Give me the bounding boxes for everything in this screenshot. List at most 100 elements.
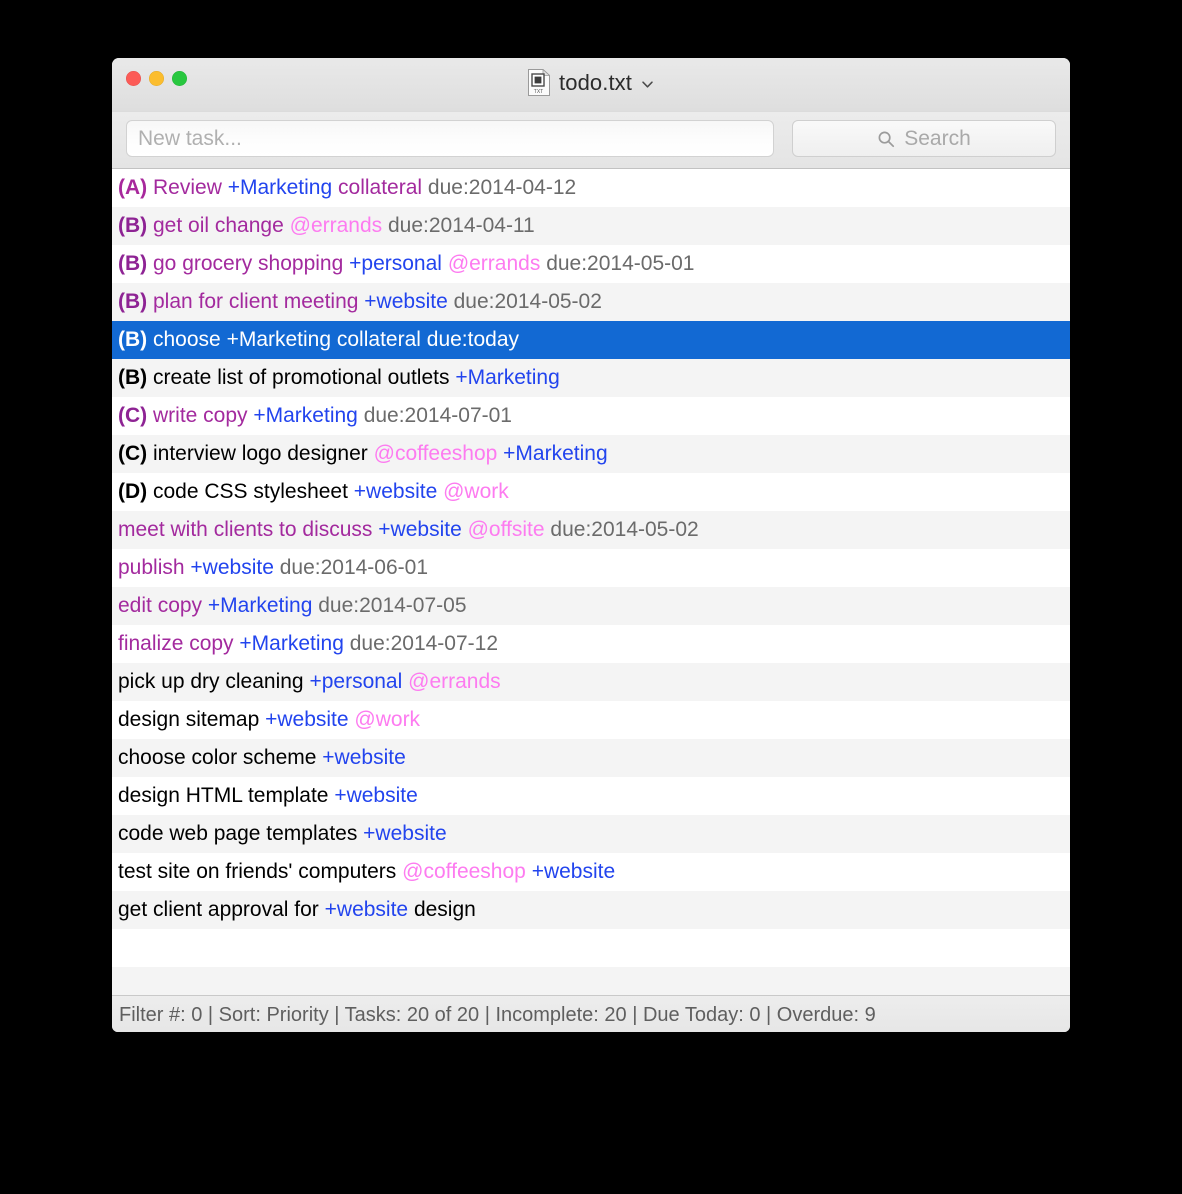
task-priority: (B) [118, 214, 148, 237]
text-document-icon: TXT [528, 68, 551, 96]
task-text: get client approval for [118, 898, 319, 921]
svg-text:TXT: TXT [534, 89, 543, 95]
task-due-date: due:2014-04-12 [427, 176, 577, 199]
task-context-tag: @errands [289, 214, 383, 237]
task-priority: (B) [118, 252, 148, 275]
task-row[interactable]: pick up dry cleaning +personal @errands [112, 663, 1070, 701]
task-row[interactable]: finalize copy +Marketing due:2014-07-12 [112, 625, 1070, 663]
task-due-date: due:2014-07-05 [318, 594, 467, 617]
status-bar: Filter #: 0 | Sort: Priority | Tasks: 20… [112, 995, 1070, 1032]
task-project-tag: +personal [349, 252, 442, 275]
task-due-date: due:2014-05-02 [550, 518, 699, 541]
task-context-tag: @work [354, 708, 421, 731]
task-project-tag: +website [190, 556, 274, 579]
task-project-tag: +Marketing [503, 442, 608, 465]
task-row[interactable]: (B) get oil change @errands due:2014-04-… [112, 207, 1070, 245]
task-row[interactable]: choose color scheme +website [112, 739, 1070, 777]
magnifying-glass-icon [877, 130, 895, 148]
task-text: meet with clients to discuss [118, 518, 373, 541]
task-text: interview logo designer [153, 442, 368, 465]
task-row[interactable]: meet with clients to discuss +website @o… [112, 511, 1070, 549]
task-text: design [413, 898, 476, 921]
new-task-input[interactable] [126, 120, 774, 157]
task-project-tag: +Marketing [455, 366, 560, 389]
task-context-tag: @work [443, 480, 509, 503]
task-project-tag: +website [531, 860, 616, 883]
task-row[interactable]: (B) create list of promotional outlets +… [112, 359, 1070, 397]
task-row[interactable]: design sitemap +website @work [112, 701, 1070, 739]
task-row[interactable]: get client approval for +website design [112, 891, 1070, 929]
task-row[interactable]: design HTML template +website [112, 777, 1070, 815]
task-project-tag: +personal [309, 670, 403, 693]
task-row[interactable]: (A) Review +Marketing collateral due:201… [112, 169, 1070, 207]
task-project-tag: +Marketing [226, 328, 332, 351]
task-project-tag: +website [353, 480, 438, 503]
task-project-tag: +website [364, 290, 448, 313]
task-project-tag: +Marketing [253, 404, 358, 427]
task-row[interactable]: (B) plan for client meeting +website due… [112, 283, 1070, 321]
task-text: pick up dry cleaning [118, 670, 304, 693]
task-text: collateral [338, 176, 423, 199]
task-row[interactable]: (C) interview logo designer @coffeeshop … [112, 435, 1070, 473]
task-row[interactable]: (D) code CSS stylesheet +website @work [112, 473, 1070, 511]
task-text: choose color scheme [118, 746, 317, 769]
window-title: todo.txt [559, 69, 632, 95]
task-due-date: due:2014-04-11 [388, 214, 535, 237]
task-row-empty[interactable] [112, 967, 1070, 995]
task-priority: (D) [118, 480, 148, 503]
task-project-tag: +website [322, 746, 406, 769]
window-titlebar[interactable]: TXT todo.txt [112, 58, 1070, 112]
close-window-button[interactable] [126, 71, 141, 86]
search-placeholder-text: Search [904, 126, 971, 150]
task-project-tag: +website [324, 898, 409, 921]
task-row[interactable]: test site on friends' computers @coffees… [112, 853, 1070, 891]
task-text: code CSS stylesheet [153, 480, 348, 503]
todo-txt-window: TXT todo.txt Search (A) Review +Mark [112, 58, 1070, 1032]
task-context-tag: @errands [447, 252, 541, 275]
task-context-tag: @coffeeshop [402, 860, 526, 883]
task-project-tag: +website [363, 822, 447, 845]
task-text: code web page templates [118, 822, 358, 845]
task-project-tag: +Marketing [207, 594, 313, 617]
task-row[interactable]: code web page templates +website [112, 815, 1070, 853]
task-text: test site on friends' computers [118, 860, 397, 883]
search-input[interactable]: Search [792, 120, 1056, 157]
task-priority: (B) [118, 328, 148, 351]
zoom-window-button[interactable] [172, 71, 187, 86]
task-text: create list of promotional outlets [153, 366, 450, 389]
toolbar: Search [112, 112, 1070, 169]
task-due-date: due:2014-05-01 [546, 252, 695, 275]
minimize-window-button[interactable] [149, 71, 164, 86]
task-context-tag: @offsite [467, 518, 545, 541]
task-row[interactable]: publish +website due:2014-06-01 [112, 549, 1070, 587]
task-text: finalize copy [118, 632, 234, 655]
task-text: plan for client meeting [153, 290, 359, 313]
task-project-tag: +website [265, 708, 349, 731]
task-priority: (B) [118, 290, 148, 313]
task-row[interactable]: (C) write copy +Marketing due:2014-07-01 [112, 397, 1070, 435]
task-project-tag: +Marketing [239, 632, 344, 655]
traffic-light-group [126, 71, 187, 86]
task-project-tag: +Marketing [227, 176, 333, 199]
task-text: Review [153, 176, 222, 199]
task-row[interactable]: (B) choose +Marketing collateral due:tod… [112, 321, 1070, 359]
task-row[interactable]: edit copy +Marketing due:2014-07-05 [112, 587, 1070, 625]
task-text: edit copy [118, 594, 203, 617]
task-text: publish [118, 556, 185, 579]
task-due-date: due:today [426, 328, 520, 351]
task-project-tag: +website [378, 518, 462, 541]
window-title-group: TXT todo.txt [112, 68, 1070, 96]
task-due-date: due:2014-05-02 [453, 290, 602, 313]
task-text: write copy [153, 404, 248, 427]
task-row[interactable]: (B) go grocery shopping +personal @erran… [112, 245, 1070, 283]
chevron-down-icon[interactable] [641, 78, 654, 91]
task-priority: (B) [118, 366, 148, 389]
task-list[interactable]: (A) Review +Marketing collateral due:201… [112, 169, 1070, 995]
task-context-tag: @coffeeshop [373, 442, 498, 465]
task-priority: (C) [118, 404, 148, 427]
task-text: go grocery shopping [153, 252, 344, 275]
task-context-tag: @errands [408, 670, 501, 693]
task-priority: (C) [118, 442, 148, 465]
task-text: choose [153, 328, 221, 351]
task-row-empty[interactable] [112, 929, 1070, 967]
